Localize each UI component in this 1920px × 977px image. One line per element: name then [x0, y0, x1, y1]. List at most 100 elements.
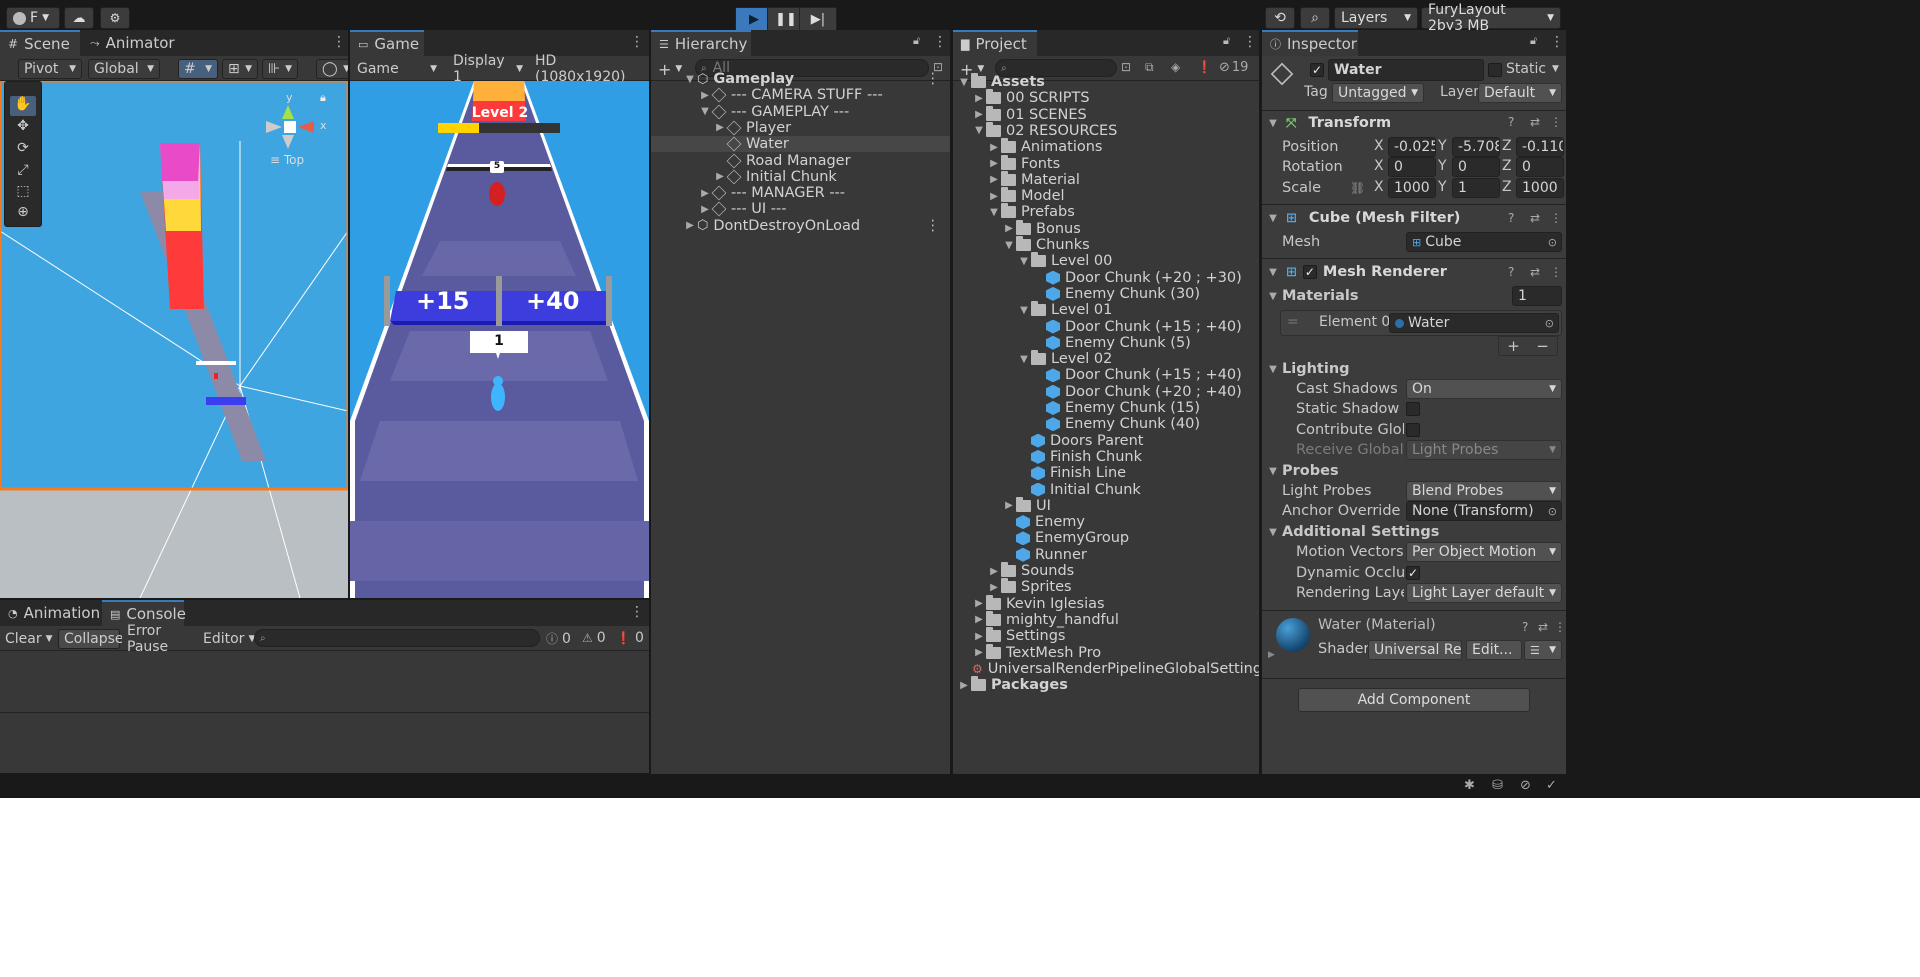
preset-icon[interactable]: ⇄ [1530, 265, 1540, 279]
object-name-field[interactable]: Water [1328, 59, 1484, 81]
collapse-toggle[interactable]: Collapse [58, 629, 124, 649]
project-item[interactable]: Enemy [953, 514, 1259, 530]
gizmo-y-arrow[interactable] [282, 105, 294, 119]
project-item[interactable]: ⚙ UniversalRenderPipelineGlobalSettings [953, 661, 1259, 677]
material-field[interactable]: Water ⊙ [1389, 313, 1559, 333]
rotation-x-field[interactable]: 0 [1388, 157, 1436, 177]
clear-button[interactable]: Clear ▼ [0, 629, 56, 649]
expand-arrow-icon[interactable]: ▶ [683, 220, 697, 231]
additional-settings-foldout[interactable]: ▼ Additional Settings [1262, 522, 1566, 542]
expand-arrow-icon[interactable]: ▶ [698, 204, 712, 215]
search-by-type-icon[interactable]: ⊡ [1121, 60, 1131, 74]
gizmo-center[interactable] [284, 121, 296, 133]
grid-snap-toggle[interactable]: # ▼ [178, 59, 218, 79]
scene-viewport[interactable]: ✋ ✥ ⟳ ⤢ ⬚ ⊕ y x ≡ Top 🔒︎ [0, 81, 348, 598]
expand-arrow-icon[interactable]: ▼ [987, 207, 1001, 218]
expand-arrow-icon[interactable]: ▼ [1002, 240, 1016, 251]
cloud-button[interactable]: ☁ [64, 7, 94, 29]
project-item[interactable]: EnemyGroup [953, 530, 1259, 546]
scale-y-field[interactable]: 1 [1452, 178, 1500, 198]
rotation-y-axis-label[interactable]: Y [1438, 158, 1447, 174]
rect-tool-icon[interactable]: ⬚ [10, 183, 36, 203]
anchor-override-field[interactable]: None (Transform) ⊙ [1406, 501, 1562, 521]
object-picker-icon[interactable]: ⊙ [1545, 317, 1554, 330]
object-picker-icon[interactable]: ⊙ [1548, 505, 1557, 518]
transform-header[interactable]: ▼ ⤧ Transform [1262, 110, 1566, 136]
scene-menu-icon[interactable]: ⋮ [332, 34, 346, 50]
hierarchy-menu-icon[interactable]: ⋮ [933, 34, 947, 50]
project-item[interactable]: Initial Chunk [953, 482, 1259, 498]
project-item[interactable]: ▶ Bonus [953, 219, 1259, 237]
shader-dropdown[interactable]: Universal Rer▼ [1368, 640, 1462, 660]
layers-dropdown[interactable]: Layers ▼ [1334, 7, 1418, 29]
materials-count-field[interactable]: 1 [1512, 286, 1562, 306]
expand-arrow-icon[interactable]: ▼ [957, 77, 971, 88]
project-item[interactable]: ▶ Fonts [953, 154, 1259, 172]
expand-arrow-icon[interactable]: ▼ [1017, 256, 1031, 267]
pivot-dropdown[interactable]: Pivot ▼ [18, 59, 82, 79]
expand-arrow-icon[interactable]: ▶ [987, 566, 1001, 577]
component-menu-icon[interactable]: ⋮ [1554, 620, 1566, 634]
error-pause-toggle[interactable]: Error Pause [122, 623, 196, 655]
chevron-down-icon[interactable]: ▼ [1552, 64, 1559, 74]
scale-tool-icon[interactable]: ⤢ [10, 162, 36, 182]
rotation-y-field[interactable]: 0 [1452, 157, 1500, 177]
log-icon[interactable]: ❗ [1197, 60, 1212, 74]
preset-icon[interactable]: ⇄ [1530, 115, 1540, 129]
project-item[interactable]: ▶ Model [953, 187, 1259, 204]
project-item[interactable]: Enemy Chunk (40) [953, 416, 1259, 432]
position-z-axis-label[interactable]: Z [1502, 138, 1512, 154]
snap-increment-toggle[interactable]: ⊞ ▼ [222, 59, 258, 79]
position-y-axis-label[interactable]: Y [1438, 138, 1447, 154]
component-menu-icon[interactable]: ⋮ [1550, 115, 1562, 129]
draw-mode-toggle[interactable]: ◯ ▼ [316, 59, 348, 79]
link-scale-icon[interactable]: ⛓ [1350, 181, 1365, 195]
rotation-x-axis-label[interactable]: X [1374, 158, 1384, 174]
expand-arrow-icon[interactable]: ▶ [972, 598, 986, 609]
game-menu-icon[interactable]: ⋮ [630, 34, 644, 50]
lock-icon[interactable]: 🔒︎ [320, 91, 326, 105]
expand-arrow-icon[interactable]: ▶ [987, 174, 1001, 185]
static-checkbox[interactable] [1488, 63, 1502, 77]
gizmo-neg-x-arrow[interactable] [266, 121, 282, 133]
position-x-field[interactable]: -0.025 [1388, 137, 1436, 157]
help-icon[interactable]: ? [1522, 620, 1528, 634]
transform-tool-icon[interactable]: ⊕ [10, 204, 36, 224]
expand-arrow-icon[interactable]: ▶ [713, 122, 727, 133]
game-mode-dropdown[interactable]: Game ▼ [352, 59, 442, 79]
drag-handle-icon[interactable]: = [1287, 314, 1299, 330]
expand-arrow-icon[interactable]: ▶ [972, 614, 986, 625]
expand-arrow-icon[interactable]: ▶ [972, 109, 986, 120]
expand-arrow-icon[interactable]: ▶ [987, 191, 1001, 202]
editor-dropdown[interactable]: Editor ▼ [198, 629, 255, 649]
expand-arrow-icon[interactable]: ▶ [972, 647, 986, 658]
gizmo-neg-y-arrow[interactable] [282, 135, 294, 149]
search-button[interactable]: ⌕ [1300, 7, 1330, 29]
scale-z-field[interactable]: 1000 [1516, 178, 1564, 198]
rendering-layer-dropdown[interactable]: Light Layer default ▼ [1406, 583, 1562, 603]
expand-arrow-icon[interactable]: ▶ [987, 158, 1001, 169]
edit-shader-button[interactable]: Edit... [1466, 640, 1522, 660]
project-item[interactable]: ▶ UI [953, 496, 1259, 514]
project-item[interactable]: ▼ Prefabs [953, 203, 1259, 220]
position-y-field[interactable]: -5.708 [1452, 137, 1500, 157]
expand-arrow-icon[interactable]: ▼ [972, 125, 986, 136]
hierarchy-item[interactable]: ▼ --- GAMEPLAY --- [651, 104, 950, 120]
scale-x-field[interactable]: 1000 [1388, 178, 1436, 198]
grid-visibility-toggle[interactable]: ⊪ ▼ [262, 59, 298, 79]
preset-icon[interactable]: ⇄ [1538, 620, 1548, 634]
lock-icon[interactable]: 🔓︎ [1530, 34, 1537, 48]
layer-dropdown[interactable]: Default ▼ [1478, 83, 1562, 103]
project-item[interactable]: ▼ 02 RESOURCES [953, 121, 1259, 139]
expand-arrow-icon[interactable]: ▶ [972, 93, 986, 104]
rotation-z-axis-label[interactable]: Z [1502, 158, 1512, 174]
scale-x-axis-label[interactable]: X [1374, 179, 1384, 195]
warning-count-toggle[interactable]: ⚠ 0 [582, 630, 606, 646]
progress-icon[interactable]: ✓ [1546, 778, 1557, 793]
minus-icon[interactable]: − [1536, 337, 1549, 355]
expand-arrow-icon[interactable]: ▶ [698, 188, 712, 199]
project-item[interactable]: Runner [953, 547, 1259, 563]
expand-arrow-icon[interactable]: ▶ [987, 142, 1001, 153]
project-item[interactable]: Door Chunk (+20 ; +40) [953, 384, 1259, 400]
lighting-foldout[interactable]: ▼ Lighting [1262, 359, 1566, 379]
